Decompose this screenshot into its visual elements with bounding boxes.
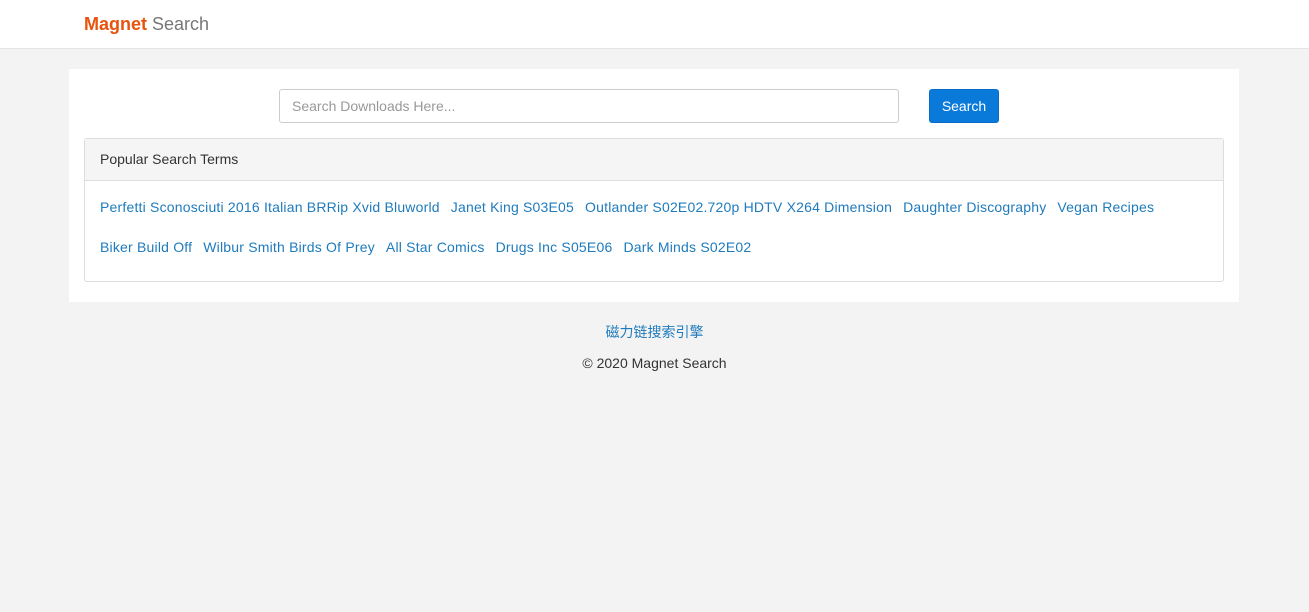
brand-name-strong: Magnet (84, 14, 147, 34)
popular-term-link[interactable]: Janet King S03E05 (451, 197, 574, 217)
popular-term-link[interactable]: Outlander S02E02.720p HDTV X264 Dimensio… (585, 197, 892, 217)
popular-terms-list: Perfetti Sconosciuti 2016 Italian BRRip … (85, 181, 1223, 277)
main-content-card: Search Popular Search Terms Perfetti Sco… (69, 69, 1239, 302)
search-input[interactable] (279, 89, 899, 123)
popular-term-link[interactable]: Perfetti Sconosciuti 2016 Italian BRRip … (100, 197, 440, 217)
footer-copyright: © 2020 Magnet Search (582, 355, 727, 371)
popular-terms-heading: Popular Search Terms (85, 139, 1223, 181)
popular-term-link[interactable]: Wilbur Smith Birds Of Prey (203, 237, 375, 257)
footer-home-link[interactable]: 磁力链搜索引擎 (0, 322, 1309, 342)
page-footer: 磁力链搜索引擎 © 2020 Magnet Search (0, 322, 1309, 373)
brand-logo-link[interactable]: Magnet Search (84, 13, 209, 35)
popular-term-link[interactable]: Drugs Inc S05E06 (496, 237, 613, 257)
popular-term-link[interactable]: Dark Minds S02E02 (623, 237, 751, 257)
popular-terms-panel: Popular Search Terms Perfetti Sconosciut… (84, 138, 1224, 282)
popular-term-link[interactable]: Vegan Recipes (1057, 197, 1154, 217)
search-button[interactable]: Search (929, 89, 999, 123)
brand-name-light: Search (152, 14, 210, 34)
popular-term-link[interactable]: All Star Comics (386, 237, 485, 257)
popular-term-link[interactable]: Biker Build Off (100, 237, 192, 257)
popular-term-link[interactable]: Daughter Discography (903, 197, 1046, 217)
top-navbar: Magnet Search (0, 0, 1309, 49)
